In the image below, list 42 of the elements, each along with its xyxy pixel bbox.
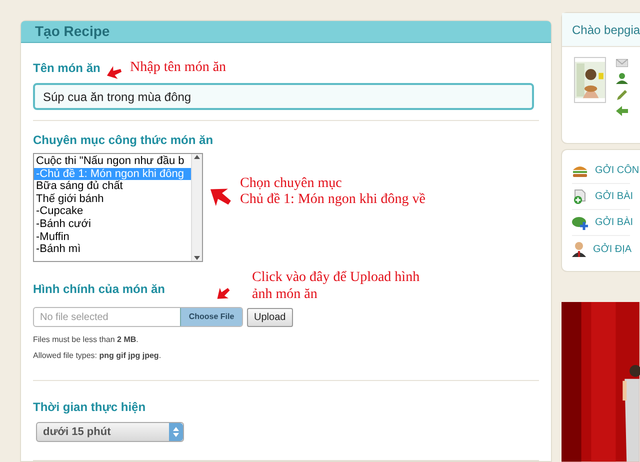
menu-link[interactable]: GỞI ĐỊA	[593, 242, 632, 257]
menu-link[interactable]: GỞI BÀI	[595, 189, 634, 204]
pencil-icon	[616, 89, 628, 101]
list-option[interactable]: -Muffin	[34, 230, 191, 244]
time-select[interactable]: dưới 15 phút	[36, 422, 184, 442]
dish-name-field[interactable]: Súp cua ăn trong mùa đông	[33, 83, 534, 110]
field-label: Hình chính của món ăn	[33, 282, 166, 296]
file-field[interactable]: No file selected Choose File	[33, 307, 243, 327]
burger-icon	[572, 164, 588, 177]
field-label: Tên món ăn	[33, 61, 100, 75]
list-option[interactable]: Bữa sáng đủ chất	[34, 180, 191, 193]
scrollbar[interactable]	[191, 154, 202, 261]
scroll-down-icon[interactable]	[194, 256, 200, 260]
field-label: Chuyên mục công thức món ăn	[33, 133, 214, 147]
annotation-text: Nhập tên món ăn	[130, 60, 226, 76]
list-option[interactable]: Cuộc thi "Nấu ngon như đầu b	[34, 155, 191, 168]
menu-link[interactable]: GỞI BÀI	[595, 215, 634, 230]
help-text: Files must be less than 2 MB.	[33, 334, 140, 346]
field-label: Thời gian thực hiện	[33, 400, 146, 414]
chat-add-icon	[572, 216, 588, 230]
list-option[interactable]: -Bánh mì	[34, 243, 191, 256]
menu-link[interactable]: GỞI CÔN	[595, 163, 640, 178]
spinner-icon	[173, 427, 179, 437]
list-option[interactable]: Thế giới bánh	[34, 192, 191, 206]
annotation-text: Chủ đề 1: Món ngon khi đông về	[240, 192, 426, 208]
mail-icon	[616, 59, 628, 67]
annotation-text: ảnh món ăn	[252, 286, 318, 303]
list-option[interactable]: -Bánh cưới	[34, 218, 191, 231]
annotation-text: Click vào đây để Upload hình	[252, 269, 420, 286]
upload-button[interactable]: Upload	[247, 308, 293, 326]
category-listbox[interactable]: Cuộc thi "Nấu ngon như đầu b -Chủ đề 1: Món ngon khi đông Bữa sáng đủ chất Thế giới bánh -Cupcake -Bánh cưới -Muffin -Bánh mì	[33, 153, 203, 262]
help-text: Allowed file types: png gif jpg jpeg.	[33, 350, 162, 362]
annotation-text: Chọn chuyên mục	[240, 176, 343, 192]
choose-file-button[interactable]: Choose File	[180, 308, 242, 326]
greeting-text: Chào bepgia	[572, 22, 640, 38]
add-document-icon	[572, 188, 588, 205]
back-arrow-icon	[616, 106, 628, 116]
scroll-up-icon[interactable]	[194, 155, 200, 159]
person-add-icon	[616, 72, 628, 84]
person-icon	[572, 241, 586, 258]
list-option[interactable]: -Cupcake	[34, 205, 191, 218]
panel-title: Tạo Recipe	[35, 22, 110, 41]
